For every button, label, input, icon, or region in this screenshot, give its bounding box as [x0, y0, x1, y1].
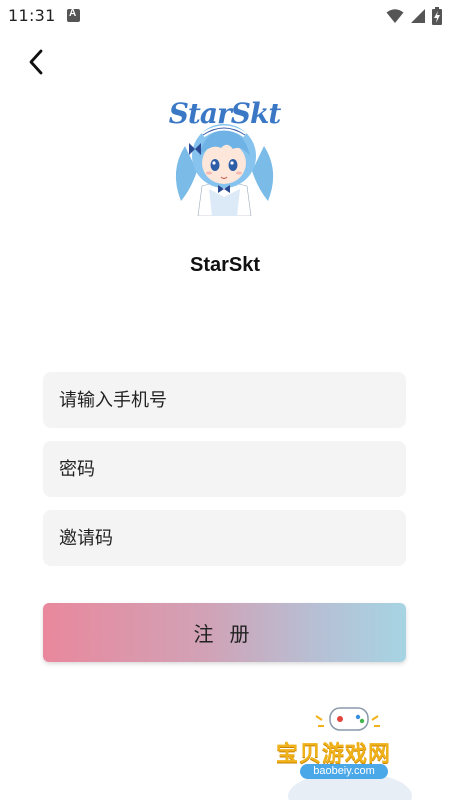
status-icons — [386, 6, 442, 26]
battery-charging-icon — [432, 7, 442, 25]
password-input[interactable] — [57, 457, 392, 481]
back-button[interactable] — [18, 44, 54, 80]
invite-code-input[interactable] — [57, 526, 392, 550]
watermark: 宝贝游戏网 baobeiy.com — [270, 700, 430, 800]
logo-text: StarSkt — [168, 101, 282, 130]
password-field[interactable] — [43, 441, 406, 497]
phone-field[interactable] — [43, 372, 406, 428]
app-logo: StarSkt — [167, 101, 282, 216]
register-button[interactable]: 注册 — [43, 603, 406, 662]
invite-code-field[interactable] — [43, 510, 406, 566]
chevron-left-icon — [29, 49, 43, 75]
notification-a-icon — [67, 8, 80, 22]
phone-input[interactable] — [57, 388, 392, 412]
wifi-icon — [386, 9, 404, 23]
cellular-signal-icon — [411, 9, 425, 23]
app-name: StarSkt — [189, 254, 261, 276]
status-time: 11:31 — [8, 6, 56, 25]
watermark-url: baobeiy.com — [300, 764, 388, 779]
status-bar: 11:31 — [0, 0, 450, 32]
